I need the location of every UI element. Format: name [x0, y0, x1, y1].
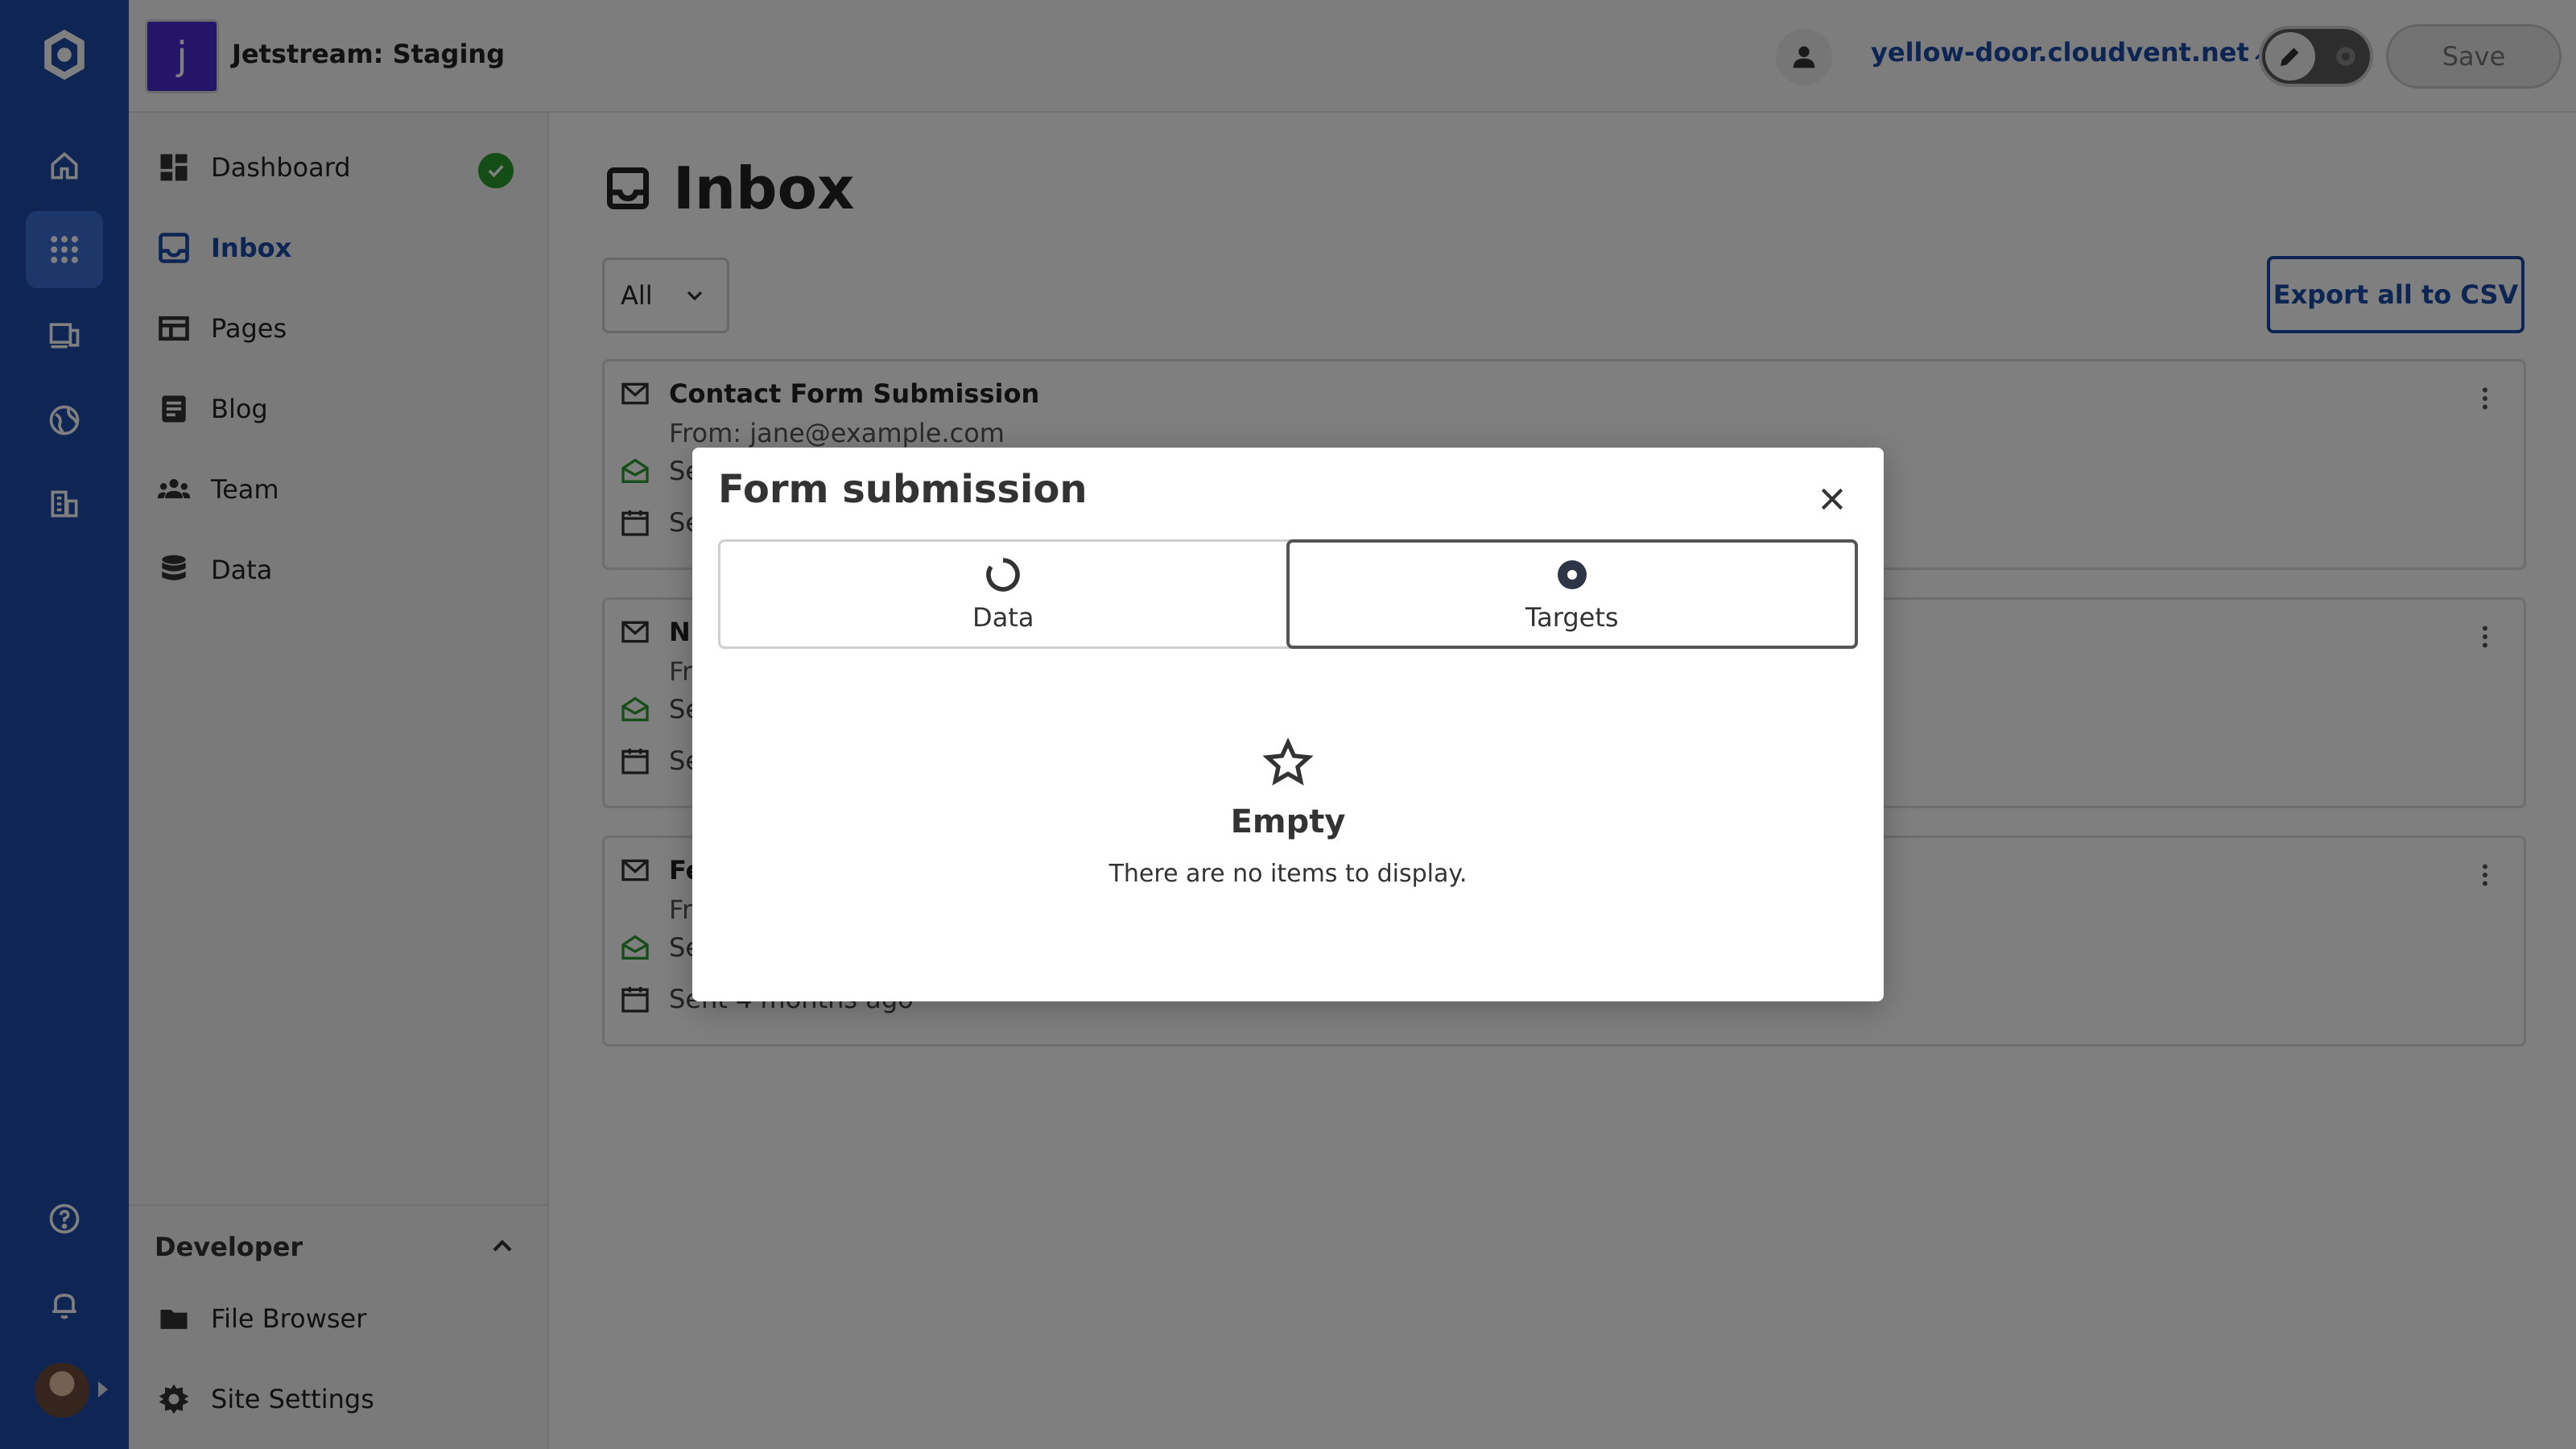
modal-title: Form submission [718, 467, 1088, 512]
radio-selected-icon [1557, 560, 1587, 589]
star-icon [1262, 737, 1314, 786]
empty-description: There are no items to display. [1108, 860, 1468, 888]
close-icon[interactable] [1813, 480, 1852, 518]
tab-label: Data [972, 602, 1034, 633]
tab-targets[interactable]: Targets [1286, 539, 1858, 649]
empty-title: Empty [1230, 803, 1346, 840]
loading-icon [986, 558, 1021, 592]
form-submission-modal: Form submission Data Targets Empty There… [692, 448, 1884, 1001]
modal-tabs: Data Targets [718, 539, 1858, 649]
tab-data[interactable]: Data [720, 542, 1286, 646]
app-root: j Jetstream: Staging yellow-door.cloudve… [0, 0, 2576, 1449]
tab-label: Targets [1525, 602, 1619, 633]
empty-state: Empty There are no items to display. [692, 737, 1884, 888]
